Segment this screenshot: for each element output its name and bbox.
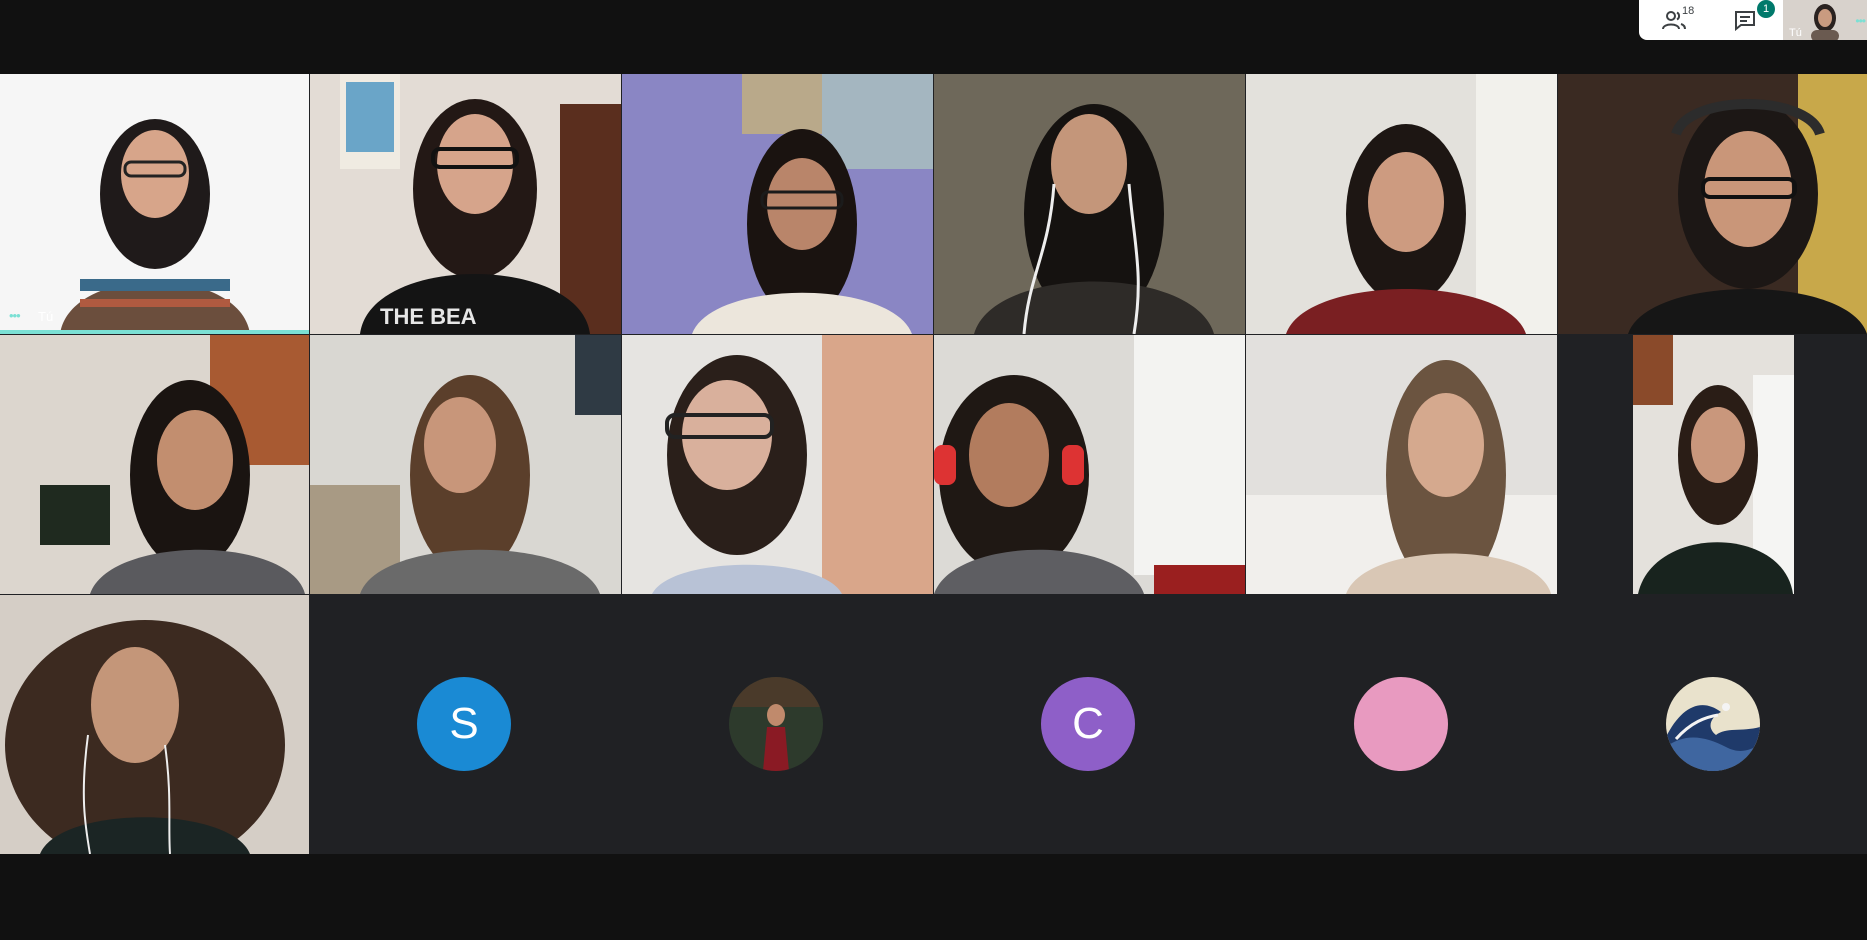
participant-video-tile[interactable]	[310, 335, 621, 594]
participant-video	[622, 335, 933, 594]
self-preview-thumbnail[interactable]: Tú •••	[1783, 0, 1867, 40]
meeting-controls-pill: 18 1 Tú •••	[1639, 0, 1867, 40]
participant-video-tile[interactable]	[934, 335, 1245, 594]
chat-button[interactable]: 1	[1717, 0, 1775, 40]
participant-video-tile[interactable]	[1558, 74, 1867, 334]
participant-video-tile[interactable]	[934, 74, 1245, 334]
participant-video-tile[interactable]	[0, 335, 309, 594]
participant-video	[622, 74, 933, 334]
svg-text:THE BEA: THE BEA	[380, 304, 477, 329]
participant-video	[0, 74, 309, 334]
self-video-tile[interactable]: ••• Tú	[0, 74, 309, 334]
participant-avatar[interactable]: S	[417, 677, 511, 771]
self-preview-label: Tú	[1789, 27, 1802, 39]
participant-video	[0, 595, 309, 854]
participant-video	[934, 74, 1245, 334]
participant-video-tile[interactable]	[622, 74, 933, 334]
avatar-photo-image	[729, 677, 823, 771]
top-bar: 18 1 Tú •••	[0, 0, 1867, 74]
participant-video-tile[interactable]	[1246, 74, 1557, 334]
participants-button[interactable]: 18	[1647, 0, 1703, 40]
participant-video	[1633, 335, 1794, 594]
participant-video	[934, 335, 1245, 594]
participant-avatar[interactable]	[1354, 677, 1448, 771]
participant-name-label: Tú	[38, 309, 54, 324]
participants-count: 18	[1682, 5, 1695, 17]
participant-video-tile[interactable]	[1246, 335, 1557, 594]
chat-icon	[1735, 11, 1755, 31]
participant-video-tile[interactable]	[1633, 335, 1794, 594]
participant-video	[310, 335, 621, 594]
speaking-indicator	[0, 330, 309, 334]
participant-video	[1246, 74, 1557, 334]
participant-video-tile[interactable]	[622, 335, 933, 594]
participant-video	[1246, 335, 1557, 594]
audio-level-icon: •••	[9, 308, 21, 323]
avatar-initial: C	[1072, 699, 1104, 748]
participant-video	[1558, 74, 1867, 334]
audio-level-icon: •••	[1855, 14, 1866, 28]
participant-video-tile[interactable]: THE BEA	[310, 74, 621, 334]
avatar-initial: S	[449, 699, 479, 748]
participant-avatar[interactable]	[729, 677, 823, 771]
participant-video	[0, 335, 309, 594]
chat-unread-badge: 1	[1757, 0, 1775, 18]
participant-video-tile[interactable]	[0, 595, 309, 854]
bottom-bar	[0, 854, 1867, 940]
participant-avatar[interactable]: C	[1041, 677, 1135, 771]
participant-video: THE BEA	[310, 74, 621, 334]
participant-avatar[interactable]	[1666, 677, 1760, 771]
wave-artwork-image	[1666, 677, 1760, 771]
participant-grid: ••• Tú THE BEA S C	[0, 74, 1867, 854]
